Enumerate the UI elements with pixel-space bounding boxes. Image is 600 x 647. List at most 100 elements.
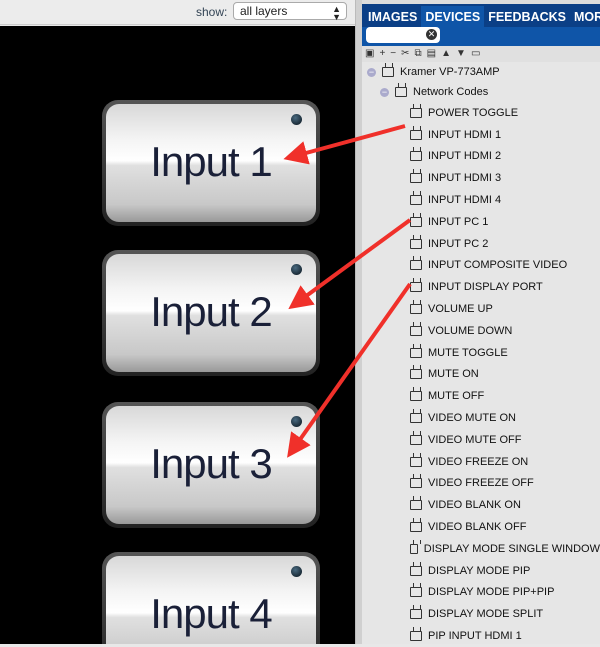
tv-icon (410, 522, 422, 533)
tree-code-item[interactable]: VOLUME DOWN (362, 320, 600, 342)
cut-icon[interactable]: ✂ (401, 48, 409, 60)
code-label: VIDEO FREEZE OFF (428, 477, 534, 490)
layer-select-value: all layers (240, 4, 288, 18)
collapse-icon[interactable]: − (367, 67, 376, 77)
save-icon[interactable]: ▣ (365, 48, 374, 60)
group-label: Network Codes (413, 86, 489, 98)
code-label: DISPLAY MODE PIP+PIP (428, 586, 555, 599)
tv-icon (410, 347, 422, 358)
tree-code-item[interactable]: VIDEO FREEZE OFF (362, 473, 600, 495)
panel-splitter[interactable] (355, 0, 362, 644)
tree-code-item[interactable]: DISPLAY MODE PIP+PIP (362, 582, 600, 604)
button-label: Input 1 (150, 138, 272, 185)
input-1-button[interactable]: Input 1 (102, 100, 320, 226)
tree-code-item[interactable]: INPUT PC 2 (362, 233, 600, 255)
tv-icon (395, 87, 407, 97)
collapse-icon[interactable]: − (380, 87, 389, 97)
tree-group[interactable]: − Network Codes (362, 82, 600, 102)
tab-more[interactable]: MORE (570, 6, 600, 27)
code-label: INPUT COMPOSITE VIDEO (428, 259, 568, 272)
tree-code-item[interactable]: MUTE TOGGLE (362, 342, 600, 364)
tree-code-item[interactable]: INPUT DISPLAY PORT (362, 276, 600, 298)
add-icon[interactable]: + (379, 48, 385, 60)
code-label: VOLUME DOWN (428, 324, 513, 337)
tree-device[interactable]: − Kramer VP-773AMP (362, 62, 600, 82)
code-label: INPUT HDMI 3 (428, 172, 502, 185)
tv-icon (410, 260, 422, 271)
search-input[interactable]: ✕ (366, 27, 440, 43)
tree-code-item[interactable]: POWER TOGGLE (362, 102, 600, 124)
show-label: show: (196, 5, 228, 19)
paste-icon[interactable]: ▤ (427, 48, 436, 60)
tree-code-item[interactable]: VIDEO BLANK ON (362, 494, 600, 516)
panel-tabs: IMAGES DEVICES FEEDBACKS MORE (362, 0, 600, 27)
code-label: MUTE TOGGLE (428, 346, 508, 359)
tv-icon (410, 282, 422, 293)
tv-icon (410, 369, 422, 380)
led-icon (291, 416, 302, 427)
tree-code-item[interactable]: INPUT HDMI 1 (362, 124, 600, 146)
code-label: MUTE OFF (428, 390, 485, 403)
tree-code-item[interactable]: INPUT COMPOSITE VIDEO (362, 255, 600, 277)
tree-code-item[interactable]: VIDEO MUTE OFF (362, 429, 600, 451)
led-icon (291, 264, 302, 275)
tree-code-item[interactable]: VIDEO FREEZE ON (362, 451, 600, 473)
tv-icon (410, 216, 422, 227)
tree-code-item[interactable]: INPUT PC 1 (362, 211, 600, 233)
code-label: VOLUME UP (428, 303, 493, 316)
code-label: DISPLAY MODE SINGLE WINDOW (423, 542, 600, 555)
side-panel: IMAGES DEVICES FEEDBACKS MORE ✕ ▣+−✂⧉▤▲▼… (362, 0, 600, 644)
tree-code-item[interactable]: DISPLAY MODE SPLIT (362, 603, 600, 625)
tree-code-item[interactable]: VIDEO MUTE ON (362, 407, 600, 429)
code-label: VIDEO MUTE OFF (428, 433, 522, 446)
layer-select[interactable]: all layers ▲ ▼ (233, 2, 347, 22)
code-label: INPUT HDMI 4 (428, 194, 502, 207)
code-label: INPUT PC 2 (428, 237, 489, 250)
input-2-button[interactable]: Input 2 (102, 250, 320, 376)
tv-icon (410, 478, 422, 489)
tab-feedbacks[interactable]: FEEDBACKS (484, 6, 570, 27)
code-label: INPUT HDMI 2 (428, 150, 502, 163)
code-label: INPUT HDMI 1 (428, 128, 502, 141)
code-label: DISPLAY MODE PIP (428, 564, 531, 577)
input-4-button[interactable]: Input 4 (102, 552, 320, 644)
tab-images[interactable]: IMAGES (364, 6, 421, 27)
tree-toolbar: ▣ + − ✂ ⧉ ▤ ▲ ▼ ▭ (362, 46, 600, 62)
tv-icon (410, 565, 422, 576)
tree-code-item[interactable]: INPUT HDMI 2 (362, 146, 600, 168)
tv-icon (410, 107, 422, 118)
tv-icon (410, 434, 422, 445)
properties-icon[interactable]: ▭ (471, 48, 480, 60)
tv-icon (410, 173, 422, 184)
tv-icon (410, 129, 422, 140)
device-label: Kramer VP-773AMP (400, 66, 500, 78)
tree-code-item[interactable]: MUTE OFF (362, 385, 600, 407)
button-label: Input 3 (150, 440, 272, 487)
led-icon (291, 114, 302, 125)
tv-icon (410, 195, 422, 206)
tree-code-item[interactable]: INPUT HDMI 3 (362, 167, 600, 189)
tree-code-item[interactable]: DISPLAY MODE SINGLE WINDOW (362, 538, 600, 560)
code-label: MUTE ON (428, 368, 479, 381)
clear-icon[interactable]: ✕ (426, 29, 437, 40)
design-canvas[interactable]: Input 1 Input 2 Input 3 Input 4 (0, 26, 355, 644)
move-up-icon[interactable]: ▲ (441, 48, 451, 60)
button-label: Input 4 (150, 590, 272, 637)
tree-code-item[interactable]: VOLUME UP (362, 298, 600, 320)
tv-icon (410, 500, 422, 511)
tree-code-item[interactable]: INPUT HDMI 4 (362, 189, 600, 211)
input-3-button[interactable]: Input 3 (102, 402, 320, 528)
code-label: VIDEO MUTE ON (428, 412, 517, 425)
button-label: Input 2 (150, 288, 272, 335)
move-down-icon[interactable]: ▼ (456, 48, 466, 60)
tab-devices[interactable]: DEVICES (421, 6, 485, 27)
tree-code-item[interactable]: VIDEO BLANK OFF (362, 516, 600, 538)
tree-code-item[interactable]: DISPLAY MODE PIP (362, 560, 600, 582)
code-label: DISPLAY MODE SPLIT (428, 608, 544, 621)
tree-code-item[interactable]: MUTE ON (362, 364, 600, 386)
tv-icon (410, 587, 422, 598)
remove-icon[interactable]: − (390, 48, 396, 60)
copy-icon[interactable]: ⧉ (415, 48, 422, 60)
tv-icon (410, 543, 418, 554)
code-label: VIDEO BLANK OFF (428, 521, 527, 534)
